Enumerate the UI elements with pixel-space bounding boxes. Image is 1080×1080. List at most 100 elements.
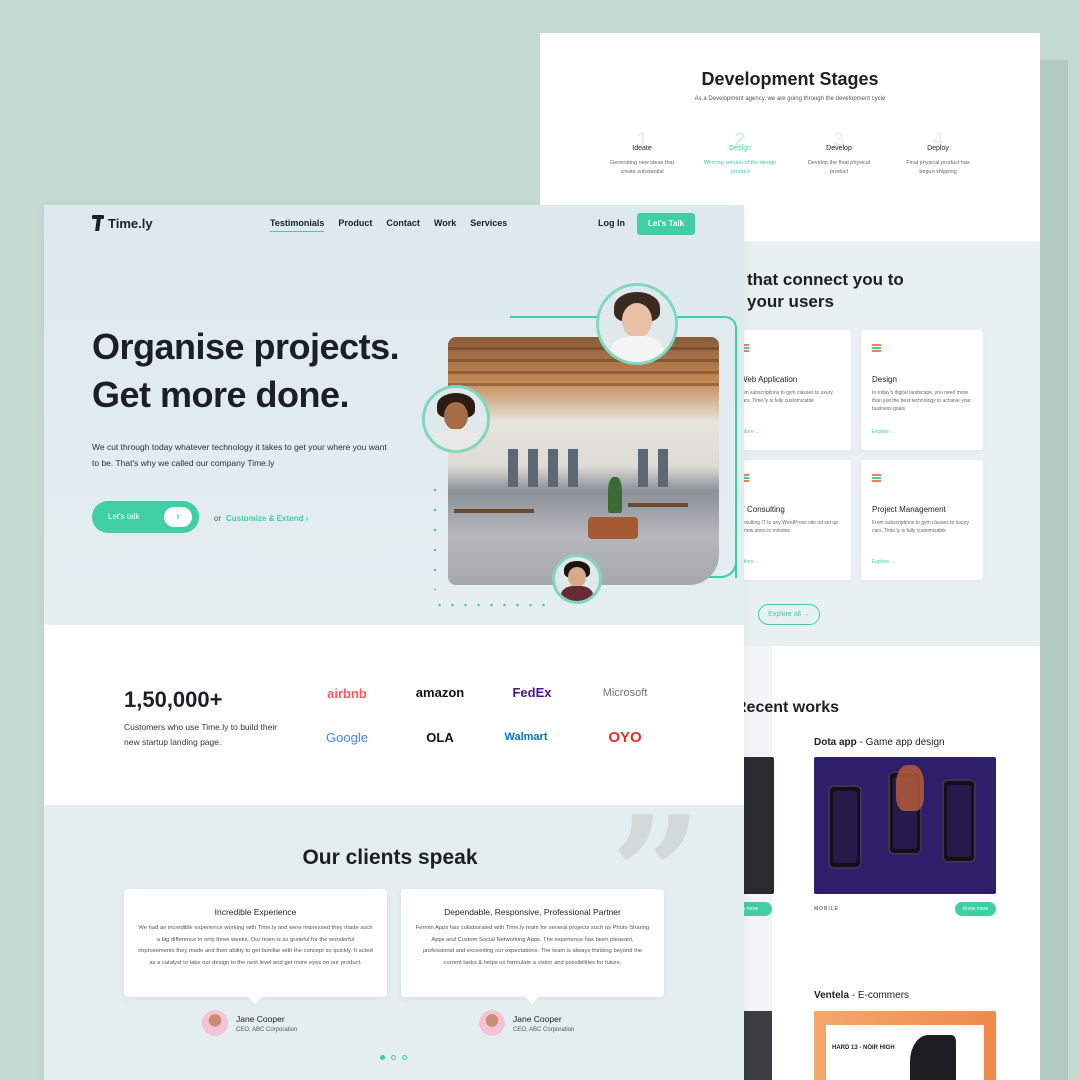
work-ventela-image[interactable]: HARD 13 - NOIR HIGH [814,1011,996,1080]
decorative-dots-vertical [433,480,437,590]
arrow-right-icon: › [164,507,192,527]
service-explore-link[interactable]: Explore → [872,559,895,565]
know-more-button[interactable]: Know more [955,902,996,916]
stage-ideate: 1 Ideate Generating new ideas that creat… [602,130,682,177]
service-desc: rom subscriptions to gym classes to uxur… [740,390,833,404]
stage-desc: Final physical product has begun shippin… [906,160,970,175]
service-explore-link[interactable]: Explore → [872,429,895,435]
nav-product[interactable]: Product [338,218,372,232]
hero-section: Time.ly Testimonials Product Contact Wor… [44,205,744,625]
work-ventela-title: Ventela - E-commers [814,990,909,1001]
service-card-web[interactable]: Web Application rom subscriptions to gym… [729,330,851,450]
author-name: Jane Cooper [513,1013,562,1024]
shoe-illustration [910,1035,956,1080]
avatar-man-curly [422,385,490,453]
stats-section: 1,50,000+ Customers who use Time.ly to b… [44,625,744,805]
explore-all-button[interactable]: Explore all → [758,604,820,625]
testimonial-body: Fermin Apps has collaborated with Time.l… [415,925,650,966]
stage-desc: Develop the final physical product [807,160,871,175]
service-desc: In today's digital landscape, you need m… [872,390,971,412]
stage-desc: Winning version of the design product [703,160,777,175]
services-heading: that connect you to your users [747,269,904,313]
recent-works-title: Recent works [735,699,840,716]
service-card-project-management[interactable]: Project Management From subscriptions to… [861,460,983,580]
services-heading-line1: that connect you to [747,270,904,289]
customer-caption: Customers who use Time.ly to build their… [124,722,278,747]
hero-title-line2: Get more done. [92,374,350,415]
stage-name: Design [729,145,751,152]
work-sub: - Game app design [856,737,945,748]
main-nav: Testimonials Product Contact Work Servic… [270,218,507,232]
hero-title-line1: Organise projects. [92,326,400,367]
author-name: Jane Cooper [236,1013,285,1024]
author-role: CEO, ABC Corporation [513,1026,575,1033]
or-text: or [214,514,222,523]
brand-amazon-logo: amazon [415,685,465,700]
decorative-dots-horizontal [433,603,555,607]
stage-name: Deploy [927,145,949,152]
carousel-pagination [380,1055,407,1060]
nav-work[interactable]: Work [434,218,456,232]
stage-design: 2 Design Winning version of the design p… [700,130,780,177]
carousel-dot-2[interactable] [391,1055,396,1060]
nav-services[interactable]: Services [470,218,507,232]
stages-subtitle: As a Development agency, we are going th… [694,96,886,102]
lets-talk-button[interactable]: Let's Talk [637,213,695,235]
stage-name: Develop [826,145,852,152]
login-link[interactable]: Log In [598,218,625,228]
service-title: T Consulting [740,505,785,514]
brand-oyo-logo: OYO [608,729,642,746]
service-card-consulting[interactable]: T Consulting onsulting IT to any WordPre… [729,460,851,580]
ecommerce-headline: HARD 13 - NOIR HIGH [832,1045,895,1051]
service-icon [872,474,881,483]
cta-label: Let's talk [108,512,140,521]
stage-develop: 3 Develop Develop the final physical pro… [799,130,879,177]
stage-name: Ideate [632,145,652,152]
avatar-woman [596,283,678,365]
carousel-dot-1[interactable] [380,1055,385,1060]
brand-walmart-logo: Walmart [504,731,548,743]
lets-talk-cta-button[interactable]: Let's talk › [92,501,199,533]
clients-title: Our clients speak [302,846,478,869]
work-dota-image[interactable] [814,757,996,894]
testimonial-body: We had an incredible experience working … [138,925,373,966]
phone-mockup [942,779,976,863]
service-title: Design [872,375,897,384]
brand-ola-logo: OLA [426,730,454,745]
logo[interactable]: Time.ly [92,215,153,231]
logo-text: Time.ly [108,215,153,231]
avatar-man-glasses [552,554,602,604]
testimonial-title: Incredible Experience [214,907,297,917]
avatar [202,1010,228,1036]
character-illustration [896,765,924,811]
front-page: Time.ly Testimonials Product Contact Wor… [44,205,744,1080]
work-name: Dota app [814,737,857,748]
brand-microsoft-logo: Microsoft [602,687,648,699]
nav-contact[interactable]: Contact [386,218,420,232]
work-sub: - E-commers [849,990,910,1001]
carousel-dot-3[interactable] [402,1055,407,1060]
nav-testimonials[interactable]: Testimonials [270,218,325,232]
service-title: Project Management [872,505,946,514]
brand-fedex-logo: FedEx [512,685,552,700]
testimonial-card: Incredible Experience We had an incredib… [124,889,387,997]
hero-title: Organise projects. Get more done. [92,323,400,419]
service-desc: From subscriptions to gym classes to lux… [872,520,969,534]
stage-deploy: 4 Deploy Final physical product has begu… [898,130,978,177]
work-dota-title: Dota app - Game app design [814,737,945,748]
avatar [479,1010,505,1036]
brand-google-logo: Google [326,730,368,745]
service-card-design[interactable]: Design In today's digital landscape, you… [861,330,983,450]
testimonial-title: Dependable, Responsive, Professional Par… [444,907,621,917]
testimonial-author: Jane Cooper CEO, ABC Corporation [202,1010,297,1036]
services-heading-line2: your users [747,292,834,311]
customize-extend-link[interactable]: Customize & Extend › [226,514,308,523]
logo-icon [92,215,104,231]
author-role: CEO, ABC Corporation [236,1026,298,1033]
customer-count: 1,50,000+ [124,687,223,712]
work-name: Ventela [814,990,850,1001]
work-category: MOBILE [814,906,839,912]
testimonial-author: Jane Cooper CEO, ABC Corporation [479,1010,574,1036]
office-photo [448,337,719,585]
brand-airbnb-logo: airbnb [327,686,367,701]
